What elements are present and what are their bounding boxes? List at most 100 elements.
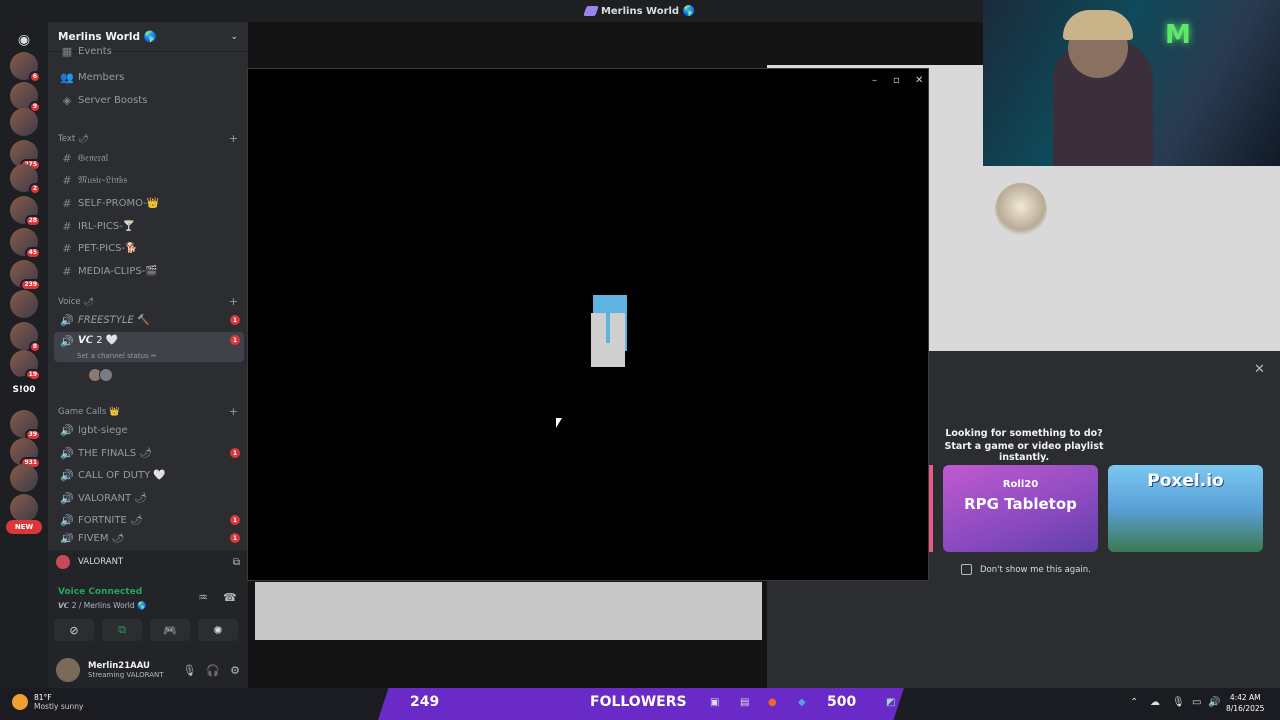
- checkbox-icon[interactable]: [961, 564, 972, 575]
- new-badge[interactable]: NEW: [6, 520, 42, 534]
- activity-bar[interactable]: VALORANT ⧉: [48, 550, 248, 574]
- notification-badge: 1: [230, 515, 240, 525]
- text-channel[interactable]: # SELF-PROMO-👑: [54, 193, 244, 213]
- voice-channel[interactable]: 🔊 FIVEM 🌶 1: [54, 533, 244, 543]
- disconnect-icon[interactable]: ☎: [223, 591, 237, 604]
- voice-channel[interactable]: 🔊 VALORANT 🌶: [54, 488, 244, 508]
- voice-channel[interactable]: 🔊 lgbt-siege: [54, 420, 244, 440]
- notification-badge: 6: [28, 71, 41, 83]
- server-icon[interactable]: S!00: [10, 376, 38, 404]
- category-game-calls[interactable]: Game Calls 👑 +: [58, 405, 238, 418]
- voice-channel[interactable]: 🔊 THE FINALS 🌶 1: [54, 443, 244, 463]
- activity-card-poxel[interactable]: Poxel.io: [1108, 465, 1263, 552]
- voice-location[interactable]: 𝙑𝘾 2 / Merlins World 🌎: [58, 601, 146, 610]
- hashtag-icon: #: [62, 241, 72, 255]
- add-channel-icon[interactable]: +: [229, 405, 238, 418]
- sidebar-item-events[interactable]: ▦ Events: [54, 44, 244, 58]
- system-clock[interactable]: 4:42 AM 8/16/2025: [1226, 692, 1264, 714]
- user-status: Streaming VALORANT: [88, 671, 164, 679]
- server-icon[interactable]: 28: [10, 196, 41, 227]
- activities-button[interactable]: 🎮: [150, 619, 190, 641]
- headphones-icon[interactable]: 🎧: [206, 664, 220, 677]
- screen-share-icon: ⧉: [118, 623, 126, 636]
- add-channel-icon[interactable]: +: [229, 132, 238, 145]
- close-icon[interactable]: ✕: [1254, 362, 1265, 377]
- text-channel[interactable]: # 𝔊𝔢𝔫𝔢𝔯𝔞𝔩: [54, 148, 244, 168]
- server-icon[interactable]: [10, 494, 38, 522]
- chevron-up-icon[interactable]: ⌃: [1130, 697, 1138, 708]
- soundboard-button[interactable]: ✺: [198, 619, 238, 641]
- volume-icon[interactable]: 🔊: [1208, 697, 1220, 708]
- avatar[interactable]: [99, 368, 113, 382]
- sidebar-item-members[interactable]: 👥 Members: [54, 67, 244, 87]
- screen-share-icon[interactable]: ⧉: [233, 557, 240, 568]
- activity-card-partial[interactable]: [929, 465, 933, 552]
- screen-share-button[interactable]: ⧉: [102, 619, 142, 641]
- server-icon[interactable]: [10, 108, 38, 136]
- notification-badge: 1: [230, 315, 240, 325]
- voice-channel[interactable]: 🔊 FORTNITE 🌶 1: [54, 510, 244, 530]
- app-icon[interactable]: ▣: [710, 697, 719, 708]
- display-icon[interactable]: ▭: [1192, 697, 1201, 708]
- gear-icon[interactable]: ⚙: [230, 664, 240, 677]
- discord-nitro-icon: [583, 6, 599, 16]
- text-channel[interactable]: # IRL-PICS-🍸: [54, 216, 244, 236]
- server-icon[interactable]: 45: [10, 228, 41, 259]
- username[interactable]: Merlin21AAU: [88, 661, 164, 671]
- sun-icon: [12, 694, 28, 710]
- server-icon[interactable]: 39: [10, 410, 41, 441]
- speaker-icon: 🔊: [60, 446, 74, 460]
- app-icon[interactable]: ◆: [798, 697, 806, 708]
- server-icon[interactable]: 239: [10, 260, 41, 291]
- channel-status[interactable]: Set a channel status ✏: [77, 352, 157, 360]
- loading-logo-icon: [606, 313, 610, 343]
- category-voice[interactable]: Voice 🌶 +: [58, 295, 238, 308]
- webcam-overlay: M: [983, 0, 1280, 166]
- microphone-icon[interactable]: 🎙: [1172, 697, 1185, 708]
- avatar[interactable]: [56, 658, 80, 682]
- server-icon[interactable]: 19: [10, 350, 41, 381]
- close-icon[interactable]: ✕: [915, 75, 923, 86]
- server-icon[interactable]: 9: [10, 82, 41, 113]
- background-panel: [255, 582, 762, 640]
- network-icon[interactable]: ☁: [1150, 697, 1160, 708]
- server-icon[interactable]: [10, 464, 38, 492]
- sidebar-item-server-boosts[interactable]: ◈ Server Boosts: [54, 90, 244, 110]
- speaker-icon: 🔊: [60, 313, 74, 327]
- app-icon[interactable]: ◩: [886, 697, 895, 708]
- voice-channel[interactable]: 🔊 CALL OF DUTY 🤍: [54, 465, 244, 485]
- speaker-icon: 🔊: [60, 513, 74, 527]
- discord-home-icon[interactable]: ◉: [10, 26, 38, 54]
- server-icon[interactable]: 2: [10, 164, 41, 195]
- maximize-icon[interactable]: ▫: [893, 75, 900, 86]
- speaker-icon: 🔊: [60, 423, 74, 437]
- minimize-icon[interactable]: –: [872, 75, 877, 86]
- server-icon[interactable]: 8: [10, 322, 41, 353]
- voice-participants: [88, 368, 113, 382]
- hashtag-icon: #: [62, 219, 72, 233]
- weather-widget[interactable]: 81°F Mostly sunny: [12, 693, 83, 711]
- microphone-icon[interactable]: 🎙: [182, 664, 196, 677]
- text-channel[interactable]: # 𝔐𝔲𝔰𝔦𝔠-𝔏𝔦𝔫𝔨𝔰: [54, 170, 244, 190]
- browser-icon[interactable]: ●: [768, 697, 777, 708]
- calendar-icon: ▦: [61, 44, 73, 58]
- noise-suppression-icon[interactable]: ♒: [198, 591, 208, 604]
- voice-status[interactable]: Voice Connected: [58, 587, 142, 597]
- activity-card-roll20[interactable]: Roll20 RPG Tabletop: [943, 465, 1098, 552]
- voice-channel-freestyle[interactable]: 🔊 𝘍𝘙𝘌𝘌𝘚𝘛𝘠𝘓𝘌 🔨 1: [54, 310, 244, 330]
- channel-sidebar: Merlins World 🌎 ⌄ ▦ Events 👥 Members ◈ S…: [48, 22, 248, 688]
- avatar[interactable]: [995, 183, 1047, 235]
- category-text[interactable]: Text 🌶 +: [58, 132, 238, 145]
- server-icon[interactable]: 6: [10, 52, 41, 83]
- chevron-down-icon: ⌄: [230, 31, 238, 42]
- app-icon[interactable]: ▤: [740, 697, 749, 708]
- server-icon[interactable]: [10, 290, 38, 318]
- boost-icon: ◈: [62, 93, 72, 107]
- dont-show-checkbox[interactable]: Don't show me this again.: [961, 564, 1091, 575]
- text-channel[interactable]: # MEDIA-CLIPS-🎬: [54, 261, 244, 281]
- text-channel[interactable]: # PET-PICS-🐕: [54, 238, 244, 258]
- add-channel-icon[interactable]: +: [229, 295, 238, 308]
- hashtag-icon: #: [62, 151, 72, 165]
- camera-off-button[interactable]: ⊘: [54, 619, 94, 641]
- server-icon[interactable]: 931: [10, 438, 41, 469]
